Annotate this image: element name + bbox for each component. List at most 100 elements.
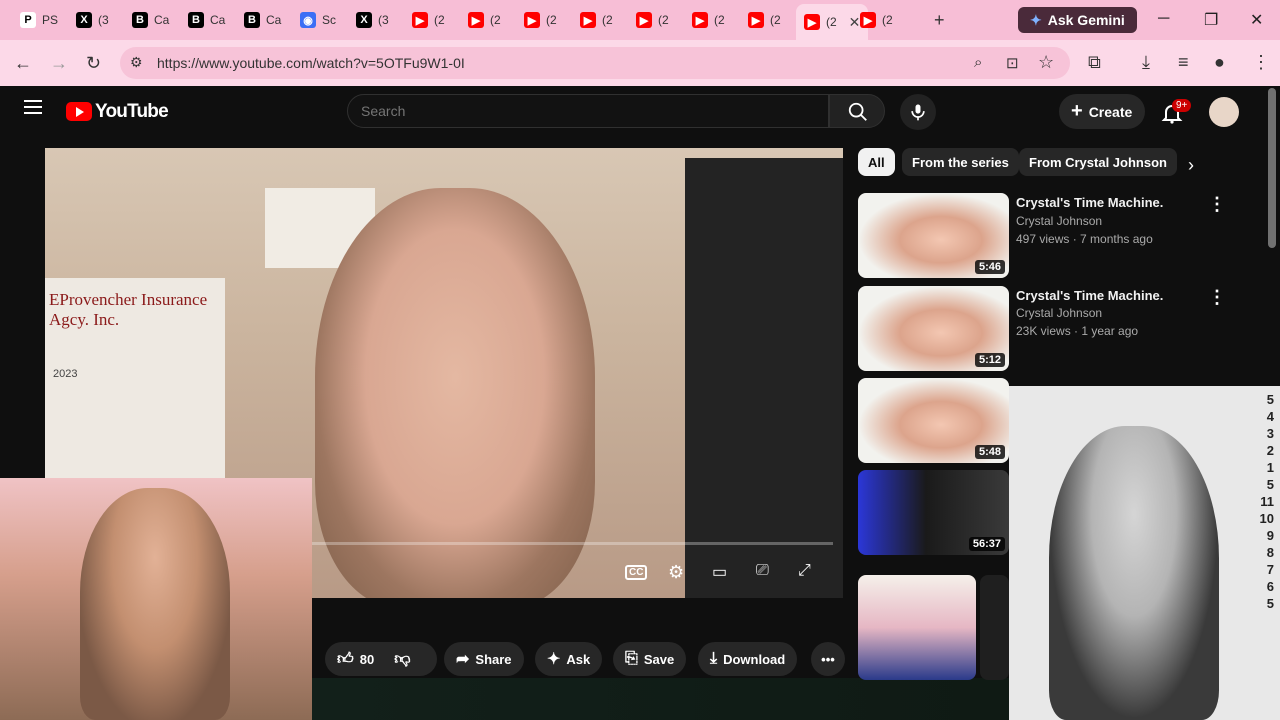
youtube-icon: ▶ xyxy=(804,14,820,30)
save-button[interactable]: ⎘ Save xyxy=(613,642,687,676)
forward-icon[interactable]: → xyxy=(50,53,68,74)
bookmark-star-icon[interactable]: ☆ xyxy=(1038,52,1054,73)
recommendation-views: 23K views · 1 year ago xyxy=(1016,324,1139,338)
browser-tab[interactable]: ▶ (2 xyxy=(740,6,789,34)
chip-from-channel[interactable]: From Crystal Johnson xyxy=(1019,148,1177,176)
recommendation-thumbnail[interactable]: 5:12 xyxy=(858,286,1009,371)
browser-tab[interactable]: B Ca xyxy=(236,6,289,34)
theater-mode-icon[interactable]: ▭ xyxy=(712,562,727,582)
voice-search-button[interactable] xyxy=(900,94,936,130)
browser-menu-icon[interactable]: ⋮ xyxy=(1252,52,1270,73)
B-icon: B xyxy=(244,12,260,28)
height-scale-mark: 9 xyxy=(1266,528,1274,543)
restore-icon[interactable]: ❐ xyxy=(1204,10,1218,30)
overlay-person xyxy=(80,488,230,720)
download-icon[interactable]: ⤓ xyxy=(1142,52,1150,73)
plus-icon: + xyxy=(1071,100,1083,122)
video-duration: 5:12 xyxy=(974,353,1005,367)
poster-text: EProvencher Insurance Agcy. Inc. xyxy=(49,290,208,329)
recommendation-thumbnail[interactable] xyxy=(858,575,976,680)
browser-tab[interactable]: B Ca xyxy=(180,6,233,34)
browser-tab[interactable]: P PS xyxy=(12,6,66,34)
video-duration: 5:48 xyxy=(974,445,1005,459)
notification-count-badge: 9+ xyxy=(1172,99,1192,112)
browser-tab[interactable]: ▶ (2 xyxy=(516,6,565,34)
height-scale-mark: 4 xyxy=(1266,409,1274,424)
more-vertical-icon[interactable]: ⋮ xyxy=(1208,287,1226,308)
url-text[interactable]: https://www.youtube.com/watch?v=5OTFu9W1… xyxy=(157,55,465,71)
browser-tab[interactable]: ▶ (2 xyxy=(684,6,733,34)
media-control-icon[interactable]: ≡ xyxy=(1178,52,1189,73)
recommendation-thumbnail[interactable]: 56:37 xyxy=(858,470,1009,555)
share-button[interactable]: ➦ Share xyxy=(444,642,524,676)
youtube-icon: ▶ xyxy=(412,12,428,28)
height-scale-mark: 2 xyxy=(1266,443,1274,458)
close-window-icon[interactable]: ✕ xyxy=(1250,10,1263,30)
youtube-icon: ▶ xyxy=(524,12,540,28)
browser-tab[interactable]: X (3 xyxy=(348,6,397,34)
search-input[interactable] xyxy=(361,103,801,119)
account-avatar[interactable] xyxy=(1209,97,1239,127)
recommendation-title[interactable]: Crystal's Time Machine. xyxy=(1016,195,1163,210)
gemini-icon: ✦ xyxy=(1030,11,1042,28)
create-button[interactable]: + Create xyxy=(1059,94,1145,129)
share-icon: ➦ xyxy=(456,651,470,668)
search-button[interactable] xyxy=(829,94,885,128)
back-icon[interactable]: ← xyxy=(14,53,32,74)
ask-button[interactable]: ✦ Ask xyxy=(535,642,603,676)
chip-from-series[interactable]: From the series xyxy=(902,148,1019,176)
height-scale-mark: 8 xyxy=(1266,545,1274,560)
site-info-icon[interactable]: ⚙ xyxy=(130,54,143,71)
minimize-icon[interactable]: ─ xyxy=(1158,10,1169,28)
recommendation-thumbnail[interactable]: 5:46 xyxy=(858,193,1009,278)
more-actions-button[interactable]: ••• xyxy=(811,642,845,676)
extensions-icon[interactable]: ⧉ xyxy=(1088,52,1101,73)
hamburger-menu-icon[interactable] xyxy=(24,100,42,114)
fullscreen-icon[interactable]: ⤢ xyxy=(798,562,811,580)
browser-tab[interactable]: X (3 xyxy=(68,6,117,34)
youtube-brand[interactable]: YouTube xyxy=(95,101,169,123)
settings-gear-icon[interactable]: ⚙ xyxy=(668,562,684,583)
recommendation-channel[interactable]: Crystal Johnson xyxy=(1016,306,1102,320)
cast-icon[interactable]: ⎚ xyxy=(756,562,769,580)
youtube-logo-icon[interactable] xyxy=(66,102,92,121)
recommendation-views: 497 views · 7 months ago xyxy=(1016,232,1153,246)
captions-icon[interactable]: CC xyxy=(625,565,648,580)
browser-tab[interactable]: ▶ (2 xyxy=(404,6,453,34)
chevron-right-icon[interactable]: › xyxy=(1188,155,1194,176)
browser-tab[interactable]: ◉ Sc xyxy=(292,6,344,34)
recommendation-channel[interactable]: Crystal Johnson xyxy=(1016,214,1102,228)
page-scrollbar[interactable] xyxy=(1268,88,1276,248)
browser-tab[interactable]: ▶ (2 xyxy=(628,6,677,34)
browser-tab[interactable]: ▶ (2 xyxy=(460,6,509,34)
install-app-icon[interactable]: ⊡ xyxy=(1006,54,1019,72)
description-background xyxy=(312,678,1012,720)
video-duration: 56:37 xyxy=(968,537,1005,551)
zoom-icon[interactable]: ⌕ xyxy=(974,54,982,71)
height-scale-mark: 6 xyxy=(1266,579,1274,594)
overlay-photo-right: 5 4 3 2 1 5 11 10 9 8 7 6 5 xyxy=(1009,386,1280,720)
like-count[interactable]: 80 xyxy=(360,652,374,667)
browser-tab[interactable]: ▶ (2 xyxy=(572,6,621,34)
recommendation-thumbnail[interactable]: 5:48 xyxy=(858,378,1009,463)
search-icon xyxy=(848,102,867,121)
more-horizontal-icon: ••• xyxy=(821,651,835,667)
tab-title: (2 xyxy=(658,13,669,27)
recommendation-title[interactable]: Crystal's Time Machine. xyxy=(1016,288,1163,303)
like-icon[interactable]: 👍︎ xyxy=(337,650,354,669)
tab-title: PS xyxy=(42,13,59,27)
browser-tab[interactable]: B Ca xyxy=(124,6,177,34)
reload-icon[interactable]: ↻ xyxy=(86,53,101,74)
ask-gemini-button[interactable]: ✦ Ask Gemini xyxy=(1018,7,1137,33)
height-scale-mark: 5 xyxy=(1266,596,1274,611)
profile-icon[interactable]: ● xyxy=(1214,52,1225,73)
new-tab-button[interactable]: + xyxy=(934,10,945,31)
download-button[interactable]: ⤓ Download xyxy=(698,642,798,676)
recommendation-thumbnail-partial[interactable] xyxy=(980,575,1009,680)
more-vertical-icon[interactable]: ⋮ xyxy=(1208,194,1226,215)
tab-title: Ca xyxy=(266,13,282,27)
app-icon: ◉ xyxy=(300,12,316,28)
chip-all[interactable]: All xyxy=(858,148,895,176)
dislike-icon[interactable]: 👎︎ xyxy=(394,650,410,669)
browser-tab[interactable]: ▶ (2 xyxy=(852,6,901,34)
